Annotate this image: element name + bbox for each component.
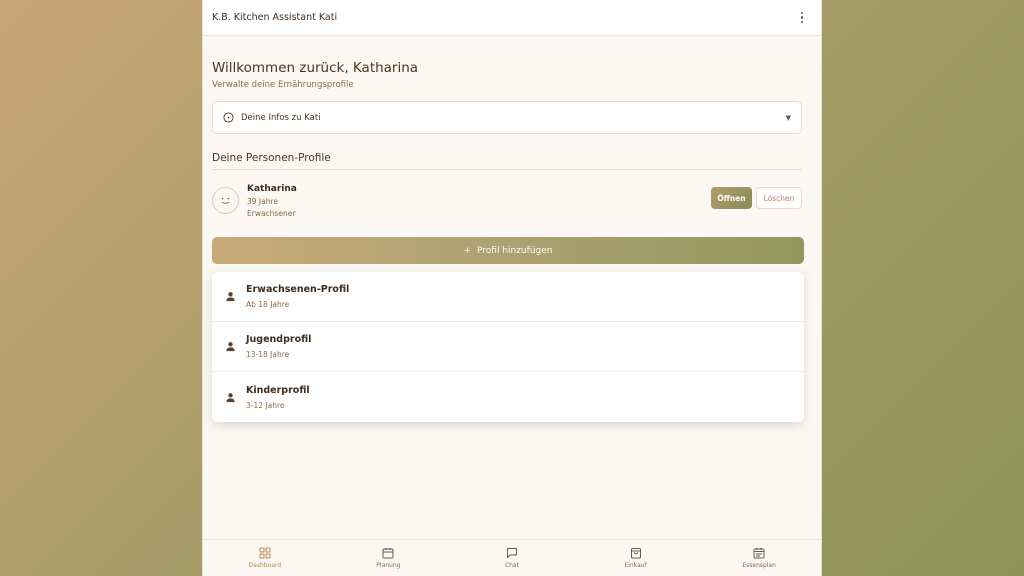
delete-profile-button[interactable]: Löschen xyxy=(756,187,802,209)
bottom-navigation: Dashboard Planung Chat Einkauf Essenspla… xyxy=(203,539,821,576)
nav-label: Dashboard xyxy=(248,562,282,569)
welcome-subtitle: Verwalte deine Ernährungsprofile xyxy=(212,80,354,90)
info-accordion[interactable]: Deine Infos zu Kati ▼ xyxy=(212,101,802,134)
nav-label: Planung xyxy=(376,562,401,569)
add-profile-label: Profil hinzufügen xyxy=(477,245,553,256)
chevron-down-icon: ▼ xyxy=(785,113,791,122)
open-profile-button[interactable]: Öffnen xyxy=(711,187,752,209)
menu-item-title: Kinderprofil xyxy=(246,384,310,396)
top-bar: K.B. Kitchen Assistant Kati xyxy=(203,0,821,36)
menu-item-adult-profile[interactable]: Erwachsenen-Profil Ab 18 Jahre xyxy=(212,272,804,322)
plus-icon: + xyxy=(463,245,472,256)
profile-type: Erwachsener xyxy=(247,209,296,218)
profile-type-menu: Erwachsenen-Profil Ab 18 Jahre Jugendpro… xyxy=(212,272,804,422)
menu-item-teen-profile[interactable]: Jugendprofil 13-18 Jahre xyxy=(212,322,804,372)
calendar-icon xyxy=(382,547,394,559)
profile-age: 39 Jahre xyxy=(247,197,279,206)
profiles-section-title: Deine Personen-Profile xyxy=(212,152,802,170)
menu-item-title: Erwachsenen-Profil xyxy=(246,284,350,295)
nav-einkauf[interactable]: Einkauf xyxy=(586,547,686,569)
grid-icon xyxy=(259,547,271,559)
info-circle-icon xyxy=(223,112,234,123)
shopping-bag-icon xyxy=(630,547,642,559)
menu-item-child-profile[interactable]: Kinderprofil 3-12 Jahre xyxy=(212,372,804,422)
chat-icon xyxy=(506,547,518,559)
app-title: K.B. Kitchen Assistant Kati xyxy=(212,12,338,23)
person-icon xyxy=(225,392,236,403)
main-content: Willkommen zurück, Katharina Verwalte de… xyxy=(203,60,821,422)
nav-dashboard[interactable]: Dashboard xyxy=(215,547,315,569)
profile-card: Katharina 39 Jahre Erwachsener Öffnen Lö… xyxy=(212,184,802,222)
welcome-title: Willkommen zurück, Katharina xyxy=(212,60,419,76)
profile-name: Katharina xyxy=(247,184,297,194)
smiley-avatar-icon xyxy=(212,187,239,214)
nav-chat[interactable]: Chat xyxy=(462,547,562,569)
nav-planung[interactable]: Planung xyxy=(338,547,438,569)
nav-essensplan[interactable]: Essensplan xyxy=(709,547,809,569)
person-icon xyxy=(225,341,236,352)
app-window: K.B. Kitchen Assistant Kati Willkommen z… xyxy=(202,0,822,576)
meal-plan-icon xyxy=(753,547,765,559)
more-options-icon[interactable] xyxy=(793,9,811,27)
nav-label: Chat xyxy=(504,562,519,569)
info-accordion-label: Deine Infos zu Kati xyxy=(241,112,321,123)
nav-label: Einkauf xyxy=(624,562,647,569)
menu-item-title: Jugendprofil xyxy=(246,334,312,345)
nav-label: Essensplan xyxy=(742,562,776,569)
menu-item-subtitle: Ab 18 Jahre xyxy=(246,300,290,309)
person-icon xyxy=(225,291,236,302)
add-profile-button[interactable]: + Profil hinzufügen xyxy=(212,237,804,264)
menu-item-subtitle: 3-12 Jahre xyxy=(246,400,285,410)
menu-item-subtitle: 13-18 Jahre xyxy=(246,350,290,359)
